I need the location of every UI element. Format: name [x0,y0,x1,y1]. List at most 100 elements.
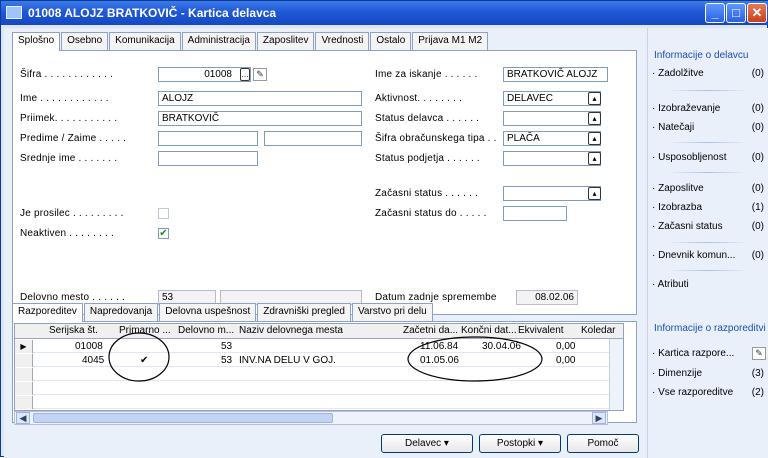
zacasni-do-field[interactable] [503,206,567,221]
horizontal-scrollbar[interactable]: ◀ ▶ [14,411,608,425]
sidebar-item-kartica-razporeditve[interactable]: · Kartica razpore... [652,348,768,361]
priimek-label: Priimek. . . . . . . . . . . [20,113,118,124]
col-serijska[interactable]: Serijska št. [49,325,98,336]
cell-koncni: 30.04.06 [482,341,521,352]
tab-razporeditev[interactable]: Razporeditev [12,303,83,322]
scroll-left-icon[interactable]: ◀ [16,412,30,424]
aktivnost-field[interactable]: DELAVEC [503,91,601,106]
col-koncni[interactable]: Končni dat... [461,325,517,336]
sidebar-item-count: (0) [751,68,764,79]
obracun-field[interactable]: PLAČA [503,131,601,146]
sidebar-item-atributi[interactable]: · Atributi [652,279,768,292]
sidebar-header-assignment: Informacije o razporeditvi [654,323,766,334]
obracun-dropdown-icon[interactable]: ▴ [588,132,601,145]
lookup-button[interactable]: … [240,68,250,81]
zaime-field[interactable] [264,131,362,146]
aktivnost-dropdown-icon[interactable]: ▴ [588,92,601,105]
obracun-label: Šifra obračunskega tipa . . [375,133,497,144]
status-delavca-dropdown-icon[interactable]: ▴ [588,112,601,125]
table-row[interactable]: ▶ 01008 53 11.06.84 30.04.06 0,00 [15,340,623,353]
sidebar-item-count: (0) [751,103,764,114]
tab-napredovanja[interactable]: Napredovanja [83,303,159,321]
close-button[interactable]: ✕ [747,3,767,23]
table-row[interactable]: 4045 ✔ 53 INV.NA DELU V GOJ. 01.05.06 0,… [15,354,623,367]
table-row-empty[interactable] [15,382,623,395]
info-sidebar: Informacije o delavcu · Zadolžitve (0) · … [647,28,768,458]
sidebar-item-vse-razporeditve[interactable]: · Vse razporeditve (2) [652,387,768,400]
row-selector[interactable] [15,382,33,395]
table-row-empty[interactable] [15,396,623,409]
tab-vrednosti[interactable]: Vrednosti [315,32,370,50]
tab-prijava[interactable]: Prijava M1 M2 [412,32,489,50]
assignment-grid[interactable]: Serijska št. Primarno ... Delovno m... N… [14,323,624,411]
tab-osebno[interactable]: Osebno [61,32,109,50]
zacasni-status-dropdown-icon[interactable]: ▴ [588,187,601,200]
sidebar-item-natecaji[interactable]: · Natečaji (0) [652,122,768,135]
divider [668,270,748,271]
tab-delovna-uspesnost[interactable]: Delovna uspešnost [159,303,257,321]
iskanje-field[interactable]: BRATKOVIČ ALOJZ [503,67,608,82]
minimize-button[interactable]: _ [705,3,725,23]
tab-administracija[interactable]: Administracija [181,32,256,50]
cell-delovno: 53 [221,355,233,366]
sidebar-item-dnevnik[interactable]: · Dnevnik komun... (0) [652,250,768,263]
status-podjetja-field[interactable] [503,151,601,166]
ime-field[interactable]: ALOJZ [158,91,362,106]
sidebar-item-izobrazba[interactable]: · Izobrazba (1) [652,202,768,215]
predime-field[interactable] [158,131,258,146]
cell-primarno[interactable]: ✔ [140,355,148,366]
neaktiven-checkbox[interactable]: ✔ [158,228,169,239]
col-koledar[interactable]: Koledar [581,325,615,336]
sidebar-item-zaposlitve[interactable]: · Zaposlitve (0) [652,183,768,196]
sidebar-item-label: Natečaji [658,122,695,133]
col-primarno[interactable]: Primarno ... [119,325,171,336]
status-podjetja-dropdown-icon[interactable]: ▴ [588,152,601,165]
vertical-scrollbar[interactable] [609,339,623,410]
scroll-right-icon[interactable]: ▶ [592,412,606,424]
tab-zdravniski-pregled[interactable]: Zdravniški pregled [257,303,351,321]
tab-varstvo[interactable]: Varstvo pri delu [351,303,433,321]
sidebar-item-zadolzitve[interactable]: · Zadolžitve (0) [652,68,768,81]
sidebar-item-label: Dimenzije [658,368,703,379]
sidebar-item-zacasni-status[interactable]: · Začasni status (0) [652,221,768,234]
prosilec-checkbox[interactable] [158,208,169,219]
row-selector[interactable] [15,396,33,409]
col-ekvivalent[interactable]: Ekvivalent [518,325,564,336]
title-bar[interactable]: 01008 ALOJZ BRATKOVIČ - Kartica delavca … [1,1,768,25]
scroll-thumb[interactable] [33,413,333,423]
edit-pencil-icon[interactable]: ✎ [752,347,766,360]
row-selector[interactable] [15,354,33,367]
priimek-field[interactable]: BRATKOVIČ [158,111,362,126]
status-delavca-label: Status delavca . . . . . . [375,113,480,124]
srednje-ime-field[interactable] [158,151,258,166]
row-selector-icon[interactable]: ▶ [15,340,33,353]
prosilec-label: Je prosilec . . . . . . . . . [20,208,124,219]
general-panel: Šifra . . . . . . . . . . . . 01008 … ✎ … [12,50,637,315]
sidebar-item-dimenzije[interactable]: · Dimenzije (3) [652,368,768,381]
divider [668,90,748,91]
delavec-button[interactable]: Delavec ▾ [381,434,473,453]
col-zacetni[interactable]: Začetni da... [403,325,458,336]
tab-ostalo[interactable]: Ostalo [370,32,412,50]
sidebar-item-count: (2) [751,387,764,398]
postopki-button-label: Postopki [496,438,536,449]
window-title: 01008 ALOJZ BRATKOVIČ - Kartica delavca [28,6,277,20]
table-row-empty[interactable] [15,368,623,381]
edit-pencil-icon[interactable]: ✎ [253,68,267,81]
cell-serijska: 01008 [75,341,103,352]
zacasni-status-field[interactable] [503,186,601,201]
tab-komunikacija[interactable]: Komunikacija [109,32,181,50]
col-delovno[interactable]: Delovno m... [178,325,234,336]
status-delavca-field[interactable] [503,111,601,126]
tab-zaposlitev[interactable]: Zaposlitev [256,32,315,50]
tab-splosno[interactable]: Splošno [12,32,61,51]
postopki-button[interactable]: Postopki ▾ [479,434,561,453]
pomoc-button[interactable]: Pomoč [567,434,639,453]
maximize-button[interactable]: □ [726,3,746,23]
col-naziv[interactable]: Naziv delovnega mesta [239,325,343,336]
sidebar-item-izobrazevanje[interactable]: · Izobraževanje (0) [652,103,768,116]
sifra-field[interactable]: 01008 [158,67,251,82]
sidebar-item-count: (1) [751,202,764,213]
row-selector[interactable] [15,368,33,381]
sidebar-item-usposobljenost[interactable]: · Usposobljenost (0) [652,152,768,165]
